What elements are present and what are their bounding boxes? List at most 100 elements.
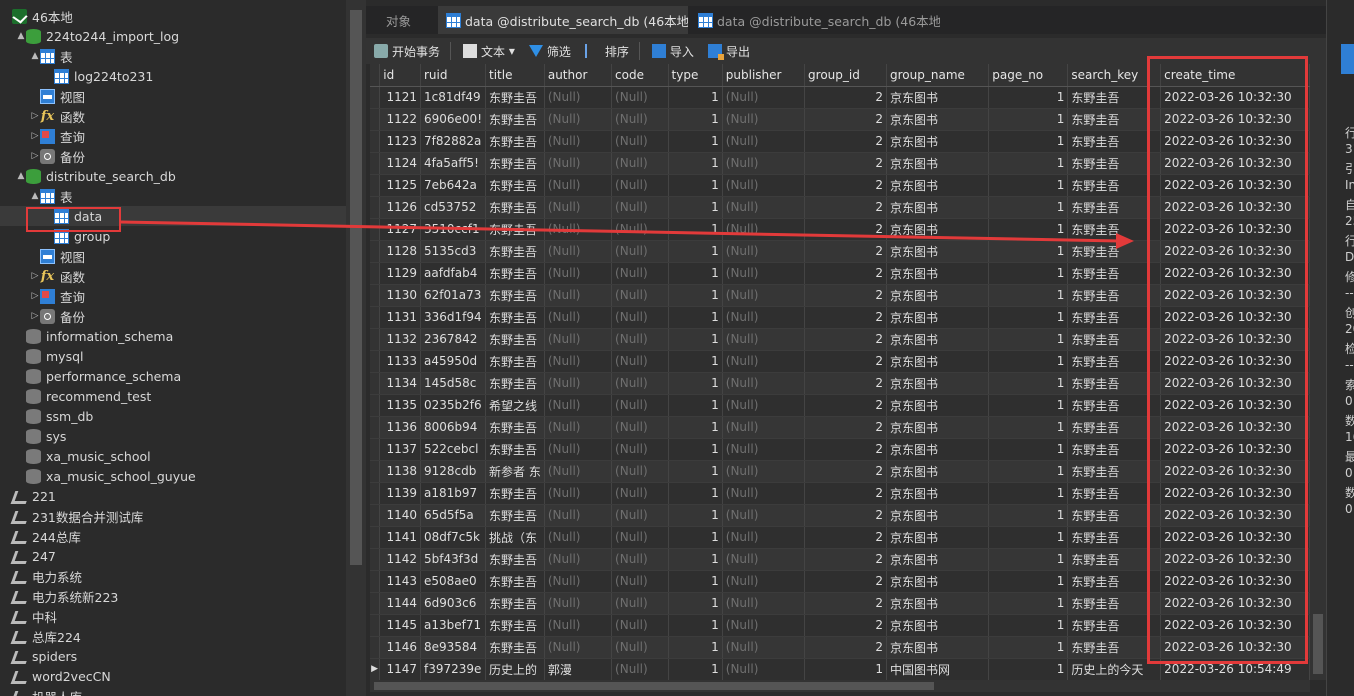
cell-type[interactable]: 1	[668, 284, 723, 307]
cell-type[interactable]: 1	[668, 262, 723, 285]
cell-publisher[interactable]: (Null)	[722, 460, 806, 483]
cell-page-no[interactable]: 1	[988, 592, 1069, 615]
cell-author[interactable]: (Null)	[544, 152, 613, 175]
cell-title[interactable]: 东野圭吾	[485, 328, 545, 351]
cell-page-no[interactable]: 1	[988, 240, 1069, 263]
cell-page-no[interactable]: 1	[988, 460, 1069, 483]
cell-id[interactable]: 1121	[379, 86, 421, 109]
expand-toggle-icon[interactable]: ▷	[30, 271, 40, 281]
cell-id[interactable]: 1136	[379, 416, 421, 439]
cell-author[interactable]: (Null)	[544, 174, 613, 197]
cell-title[interactable]: 东野圭吾	[485, 592, 545, 615]
column-header-title[interactable]: title	[485, 64, 545, 87]
grid-horizontal-scrollbar[interactable]	[370, 680, 1310, 692]
cell-id[interactable]: 1125	[379, 174, 421, 197]
cell-ruid[interactable]: 62f01a73	[420, 284, 487, 307]
sidebar-item[interactable]: ▲ 表	[0, 186, 346, 206]
expand-toggle-icon[interactable]: ▷	[30, 111, 40, 121]
cell-group-id[interactable]: 2	[804, 394, 888, 417]
cell-page-no[interactable]: 1	[988, 636, 1069, 659]
cell-type[interactable]: 1	[668, 658, 723, 680]
cell-page-no[interactable]: 1	[988, 196, 1069, 219]
cell-group-id[interactable]: 2	[804, 636, 888, 659]
sidebar-item[interactable]: recommend_test	[0, 386, 346, 406]
expand-toggle-icon[interactable]: ▲	[30, 51, 40, 61]
cell-title[interactable]: 东野圭吾	[485, 636, 545, 659]
cell-author[interactable]: 郭漫	[544, 658, 613, 680]
cell-id[interactable]: 1141	[379, 526, 421, 549]
sidebar-item[interactable]: 中科	[0, 606, 346, 626]
cell-code[interactable]: (Null)	[611, 460, 669, 483]
cell-page-no[interactable]: 1	[988, 130, 1069, 153]
sidebar-item[interactable]: ▷ 备份	[0, 306, 346, 326]
cell-ruid[interactable]: a45950d	[420, 350, 487, 373]
cell-ruid[interactable]: a13bef71	[420, 614, 487, 637]
cell-author[interactable]: (Null)	[544, 328, 613, 351]
cell-author[interactable]: (Null)	[544, 130, 613, 153]
cell-ruid[interactable]: 5bf43f3d	[420, 548, 487, 571]
row-indicator[interactable]	[370, 108, 381, 131]
cell-ruid[interactable]: 65d5f5a	[420, 504, 487, 527]
cell-author[interactable]: (Null)	[544, 548, 613, 571]
cell-ruid[interactable]: 3510ccf1	[420, 218, 487, 241]
cell-group-name[interactable]: 京东图书	[886, 636, 990, 659]
sidebar-item[interactable]: word2vecCN	[0, 666, 346, 686]
cell-group-id[interactable]: 2	[804, 416, 888, 439]
cell-group-id[interactable]: 2	[804, 372, 888, 395]
cell-page-no[interactable]: 1	[988, 152, 1069, 175]
cell-code[interactable]: (Null)	[611, 240, 669, 263]
cell-publisher[interactable]: (Null)	[722, 196, 806, 219]
cell-type[interactable]: 1	[668, 416, 723, 439]
cell-id[interactable]: 1133	[379, 350, 421, 373]
cell-code[interactable]: (Null)	[611, 306, 669, 329]
cell-type[interactable]: 1	[668, 130, 723, 153]
cell-title[interactable]: 东野圭吾	[485, 174, 545, 197]
cell-code[interactable]: (Null)	[611, 108, 669, 131]
cell-id[interactable]: 1127	[379, 218, 421, 241]
cell-page-no[interactable]: 1	[988, 174, 1069, 197]
cell-group-name[interactable]: 京东图书	[886, 394, 990, 417]
row-indicator[interactable]	[370, 592, 381, 615]
cell-title[interactable]: 东野圭吾	[485, 438, 545, 461]
cell-title[interactable]: 希望之线	[485, 394, 545, 417]
cell-ruid[interactable]: 9128cdb	[420, 460, 487, 483]
cell-type[interactable]: 1	[668, 548, 723, 571]
row-indicator[interactable]	[370, 438, 381, 461]
column-header-group-name[interactable]: group_name	[886, 64, 990, 87]
sidebar-item[interactable]: ▷ 查询	[0, 126, 346, 146]
cell-publisher[interactable]: (Null)	[722, 636, 806, 659]
cell-ruid[interactable]: 8e93584	[420, 636, 487, 659]
cell-code[interactable]: (Null)	[611, 372, 669, 395]
sidebar-item[interactable]: information_schema	[0, 326, 346, 346]
cell-page-no[interactable]: 1	[988, 218, 1069, 241]
cell-type[interactable]: 1	[668, 526, 723, 549]
cell-author[interactable]: (Null)	[544, 86, 613, 109]
row-indicator[interactable]	[370, 328, 381, 351]
cell-type[interactable]: 1	[668, 438, 723, 461]
row-indicator[interactable]	[370, 394, 381, 417]
grid-hscrollbar-thumb[interactable]	[374, 682, 934, 690]
cell-publisher[interactable]: (Null)	[722, 482, 806, 505]
cell-group-name[interactable]: 京东图书	[886, 284, 990, 307]
sidebar-item[interactable]: 231数据合并测试库	[0, 506, 346, 526]
cell-publisher[interactable]: (Null)	[722, 570, 806, 593]
cell-group-id[interactable]: 2	[804, 526, 888, 549]
grid-scrollbar-thumb[interactable]	[1313, 614, 1323, 674]
cell-title[interactable]: 东野圭吾	[485, 350, 545, 373]
cell-ruid[interactable]: 4fa5aff5!	[420, 152, 487, 175]
cell-group-name[interactable]: 京东图书	[886, 86, 990, 109]
cell-title[interactable]: 东野圭吾	[485, 504, 545, 527]
cell-id[interactable]: 1126	[379, 196, 421, 219]
cell-id[interactable]: 1122	[379, 108, 421, 131]
row-indicator[interactable]	[370, 614, 381, 637]
cell-group-id[interactable]: 2	[804, 438, 888, 461]
cell-page-no[interactable]: 1	[988, 372, 1069, 395]
cell-page-no[interactable]: 1	[988, 614, 1069, 637]
cell-code[interactable]: (Null)	[611, 482, 669, 505]
cell-code[interactable]: (Null)	[611, 504, 669, 527]
cell-group-id[interactable]: 2	[804, 592, 888, 615]
cell-author[interactable]: (Null)	[544, 570, 613, 593]
cell-code[interactable]: (Null)	[611, 174, 669, 197]
cell-id[interactable]: 1137	[379, 438, 421, 461]
cell-ruid[interactable]: a181b97	[420, 482, 487, 505]
